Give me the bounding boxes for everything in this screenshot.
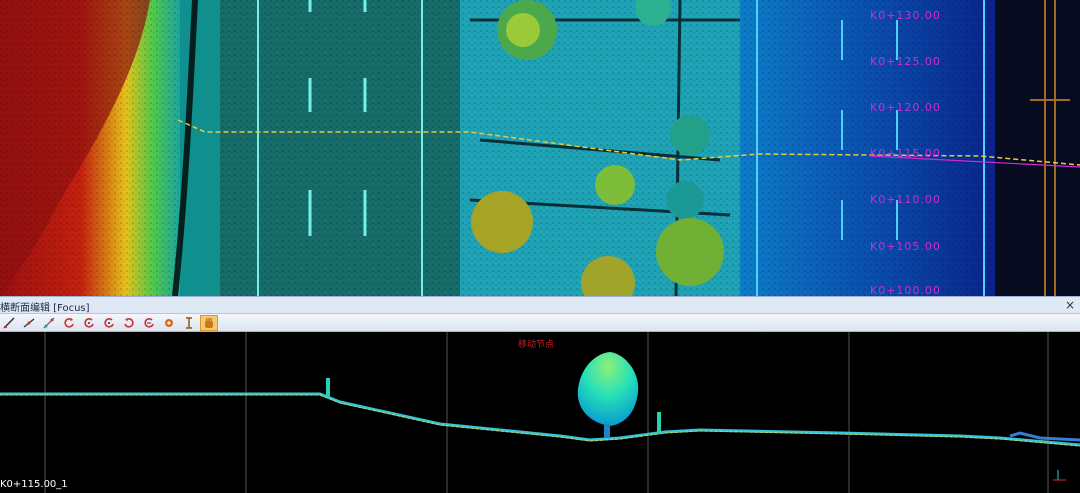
far-right-area <box>995 0 1080 296</box>
station-label: K0+105.00 <box>870 240 941 253</box>
edit-slope-icon <box>23 317 35 328</box>
tree-trunk <box>604 424 610 438</box>
rotate-add-button[interactable] <box>80 315 98 331</box>
rotate-plus-button[interactable] <box>100 315 118 331</box>
tree-crown <box>577 352 639 426</box>
curb-right <box>657 412 661 434</box>
station-label: K0+100.00 <box>870 284 941 296</box>
section-name: K0+115.00_1 <box>0 479 68 490</box>
cross-section-canvas[interactable] <box>0 332 1080 493</box>
axis-indicator-icon <box>1053 470 1066 481</box>
rotate-reset-button[interactable] <box>140 315 158 331</box>
station-label: K0+115.00 <box>870 147 941 160</box>
cursor-text-button[interactable] <box>180 315 198 331</box>
grid-lines <box>44 332 1049 493</box>
rotate-plus-icon <box>104 317 114 328</box>
edit-node-icon <box>43 317 55 328</box>
station-label: K0+120.00 <box>870 101 941 114</box>
status-text: 移动节点 <box>518 340 555 350</box>
ground-profile <box>0 392 1080 447</box>
station-label: K0+125.00 <box>870 55 941 68</box>
rotate-button[interactable] <box>60 315 78 331</box>
edit-line-icon <box>3 316 15 329</box>
panel-title-bar[interactable]: 横断面编辑 [Focus] × <box>0 296 1080 314</box>
settings-button[interactable] <box>160 315 178 331</box>
rotate-add-icon <box>84 317 94 328</box>
hand-pan-icon <box>205 317 213 328</box>
settings-icon <box>165 318 173 327</box>
rotate-back-icon <box>124 317 134 328</box>
design-profile <box>0 394 1080 447</box>
point-cloud-plan-view[interactable]: K0+130.00 K0+125.00 K0+120.00 K0+115.00 … <box>0 0 1080 296</box>
curb-left <box>326 378 330 396</box>
rotate-reset-icon <box>144 317 154 328</box>
station-label: K0+110.00 <box>870 193 941 206</box>
hand-pan-button[interactable] <box>200 314 218 331</box>
cursor-text-icon <box>186 316 192 329</box>
rotate-icon <box>64 317 74 328</box>
cross-section-view[interactable]: 移动节点 K0+115.00_1 <box>0 332 1080 493</box>
close-button[interactable]: × <box>1063 298 1077 312</box>
station-label: K0+130.00 <box>870 9 941 22</box>
edit-node-button[interactable] <box>40 315 58 331</box>
panel-title: 横断面编辑 [Focus] <box>0 303 90 314</box>
edit-slope-button[interactable] <box>20 315 38 331</box>
edit-line-button[interactable] <box>0 315 18 331</box>
cross-section-toolbar <box>0 314 1080 332</box>
rotate-back-button[interactable] <box>120 315 138 331</box>
